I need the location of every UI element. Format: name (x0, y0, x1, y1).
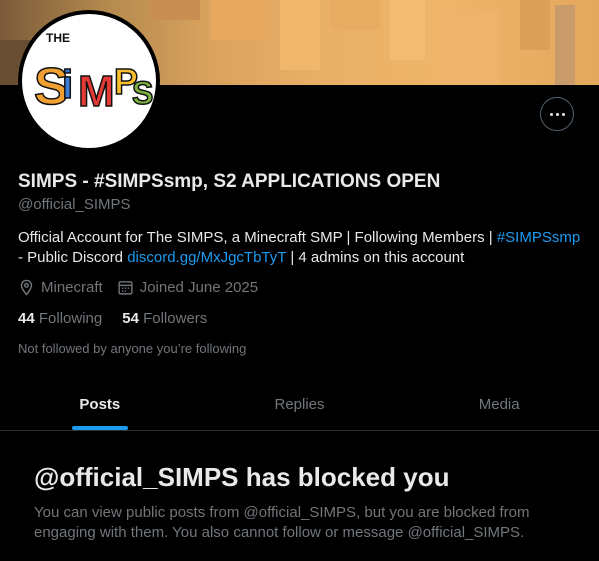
tab-media[interactable]: Media (399, 378, 599, 430)
profile-bio: Official Account for The SIMPS, a Minecr… (18, 228, 588, 268)
profile-tabs: Posts Replies Media (0, 378, 599, 431)
svg-text:M: M (78, 67, 115, 116)
joined-item: Joined June 2025 (117, 279, 258, 296)
location-text: Minecraft (41, 279, 103, 296)
svg-text:i: i (62, 63, 73, 107)
bio-discord-link[interactable]: discord.gg/MxJgcTbTyT (127, 249, 286, 266)
bio-text: - Public Discord (18, 249, 128, 266)
tab-label: Media (478, 395, 520, 413)
location-pin-icon (20, 279, 33, 296)
more-options-icon (548, 112, 566, 116)
followers-link[interactable]: 54 Followers (122, 310, 207, 327)
following-link[interactable]: 44 Following (18, 310, 102, 327)
avatar-small-text: THE (46, 31, 70, 45)
blocked-description: You can view public posts from @official… (34, 504, 530, 541)
tab-posts[interactable]: Posts (0, 378, 200, 430)
profile-avatar[interactable]: THE S i M P S (18, 10, 160, 152)
following-label: Following (38, 310, 103, 327)
avatar-logo: THE S i M P S (33, 31, 154, 117)
profile-name: SIMPS - #SIMPSsmp, S2 APPLICATIONS OPEN (18, 171, 441, 192)
calendar-icon (118, 281, 133, 295)
tab-replies[interactable]: Replies (200, 378, 400, 430)
bio-text: | 4 admins on this account (286, 249, 465, 266)
tab-label: Posts (79, 395, 121, 413)
joined-text: Joined June 2025 (139, 279, 259, 296)
more-options-button[interactable] (540, 97, 574, 131)
followers-label: Followers (143, 310, 208, 327)
location-item: Minecraft (18, 279, 103, 296)
svg-text:S: S (132, 75, 153, 111)
profile-meta: Minecraft Joined June 2025 (18, 279, 272, 296)
following-count: 44 (18, 310, 35, 327)
blocked-title: @official_SIMPS has blocked you (34, 462, 450, 492)
profile-handle: @official_SIMPS (18, 196, 131, 213)
not-followed-note: Not followed by anyone you’re following (18, 341, 247, 356)
bio-text: Official Account for The SIMPS, a Minecr… (18, 229, 497, 246)
bio-hashtag-link[interactable]: #SIMPSsmp (497, 229, 580, 246)
active-tab-indicator (71, 426, 128, 430)
profile-stats: 44 Following 54 Followers (18, 310, 227, 327)
tab-label: Replies (274, 395, 325, 413)
followers-count: 54 (122, 310, 139, 327)
